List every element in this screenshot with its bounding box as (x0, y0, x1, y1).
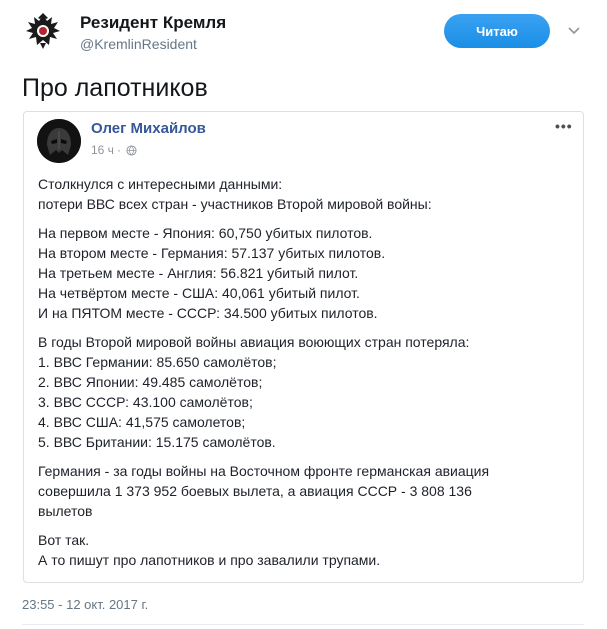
post-paragraph: В годы Второй мировой войны авиация воюю… (38, 332, 568, 452)
post-body: Столкнулся с интересными данными: потери… (38, 174, 568, 579)
fb-post-time[interactable]: 16 ч · (91, 143, 137, 157)
fb-time-dot: · (116, 143, 121, 157)
post-paragraph: Германия - за годы войны на Восточном фр… (38, 461, 568, 521)
post-paragraph: На первом месте - Япония: 60,750 убитых … (38, 223, 568, 323)
post-line: вылетов (38, 503, 93, 519)
post-line: 1. ВВС Германии: 85.650 самолётов; (38, 354, 277, 370)
post-line: В годы Второй мировой войны авиация воюю… (38, 334, 470, 350)
post-line: На третьем месте - Англия: 56.821 убитый… (38, 265, 359, 281)
eagle-emblem-icon (26, 13, 60, 49)
post-line: 4. ВВС США: 41,575 самолетов; (38, 414, 246, 430)
post-line: совершила 1 373 952 боевых вылета, а ави… (38, 483, 472, 499)
post-line: Германия - за годы войны на Восточном фр… (38, 463, 490, 479)
post-paragraph: Вот так. А то пишут про лапотников и про… (38, 530, 568, 570)
post-line: Столкнулся с интересными данными: (38, 176, 283, 192)
post-line: На первом месте - Япония: 60,750 убитых … (38, 225, 373, 241)
fb-time-label: 16 ч (91, 143, 114, 157)
fb-post-menu-icon[interactable]: ••• (555, 118, 573, 134)
helmet-avatar-icon (37, 119, 81, 163)
post-line: Вот так. (38, 532, 90, 548)
tweet-timestamp[interactable]: 23:55 - 12 окт. 2017 г. (22, 597, 148, 612)
author-name[interactable]: Резидент Кремля (80, 13, 226, 33)
author-handle[interactable]: @KremlinResident (80, 36, 197, 52)
post-line: И на ПЯТОМ месте - СССР: 34.500 убитых п… (38, 305, 378, 321)
post-line: 3. ВВС СССР: 43.100 самолётов; (38, 394, 253, 410)
post-line: На втором месте - Германия: 57.137 убиты… (38, 245, 386, 261)
follow-button[interactable]: Читаю (444, 14, 550, 48)
author-avatar[interactable] (20, 9, 66, 55)
post-paragraph: Столкнулся с интересными данными: потери… (38, 174, 568, 214)
post-line: На четвёртом месте - США: 40,061 убитый … (38, 285, 360, 301)
post-line: 5. ВВС Британии: 15.175 самолётов. (38, 434, 276, 450)
fb-author-name[interactable]: Олег Михайлов (91, 120, 206, 137)
divider (22, 624, 584, 625)
post-line: потери ВВС всех стран - участников Второ… (38, 196, 432, 212)
tweet-text: Про лапотников (22, 74, 208, 102)
post-line: А то пишут про лапотников и про завалили… (38, 552, 381, 568)
globe-icon (126, 144, 137, 156)
post-line: 2. ВВС Японии: 49.485 самолётов; (38, 374, 263, 390)
tweet-header: Резидент Кремля @KremlinResident Читаю (0, 0, 607, 66)
fb-author-avatar[interactable] (37, 119, 81, 163)
chevron-down-icon[interactable] (566, 22, 582, 38)
embedded-facebook-post[interactable]: Олег Михайлов 16 ч · ••• Столкнулся с ин… (23, 111, 584, 583)
